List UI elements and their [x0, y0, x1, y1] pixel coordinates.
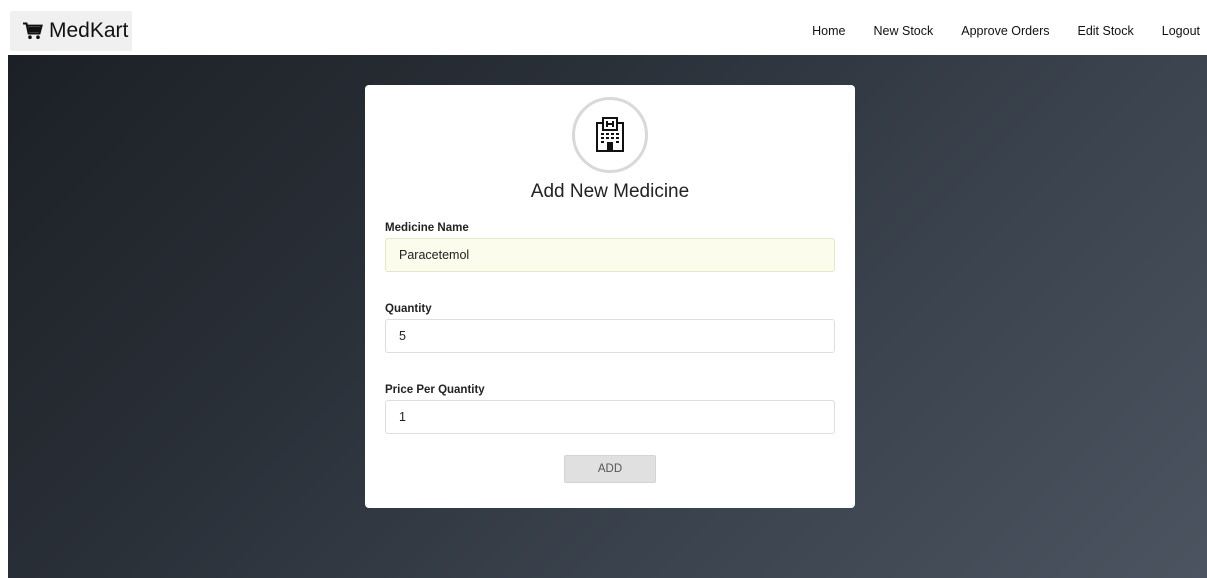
nav-home[interactable]: Home [812, 24, 845, 38]
nav-edit-stock[interactable]: Edit Stock [1077, 24, 1133, 38]
nav-new-stock[interactable]: New Stock [874, 24, 934, 38]
quantity-label: Quantity [385, 303, 432, 315]
form-title: Add New Medicine [530, 181, 690, 202]
nav-logout[interactable]: Logout [1162, 24, 1200, 38]
hospital-icon-badge [572, 97, 648, 173]
nav-approve-orders[interactable]: Approve Orders [961, 24, 1049, 38]
hospital-icon [596, 117, 624, 152]
navbar: MedKart Home New Stock Approve Orders Ed… [0, 0, 1207, 55]
nav-links: Home New Stock Approve Orders Edit Stock… [784, 24, 1200, 38]
medicine-name-input[interactable] [385, 238, 835, 272]
medicine-name-label: Medicine Name [385, 222, 469, 234]
brand-name: MedKart [49, 19, 129, 42]
price-per-quantity-input[interactable] [385, 400, 835, 434]
quantity-input[interactable] [385, 319, 835, 353]
shopping-cart-icon [23, 22, 43, 39]
add-medicine-card: Add New Medicine Medicine Name Quantity … [365, 85, 855, 508]
add-button[interactable]: ADD [564, 455, 656, 483]
brand-logo[interactable]: MedKart [10, 11, 132, 51]
price-per-quantity-label: Price Per Quantity [385, 384, 485, 396]
